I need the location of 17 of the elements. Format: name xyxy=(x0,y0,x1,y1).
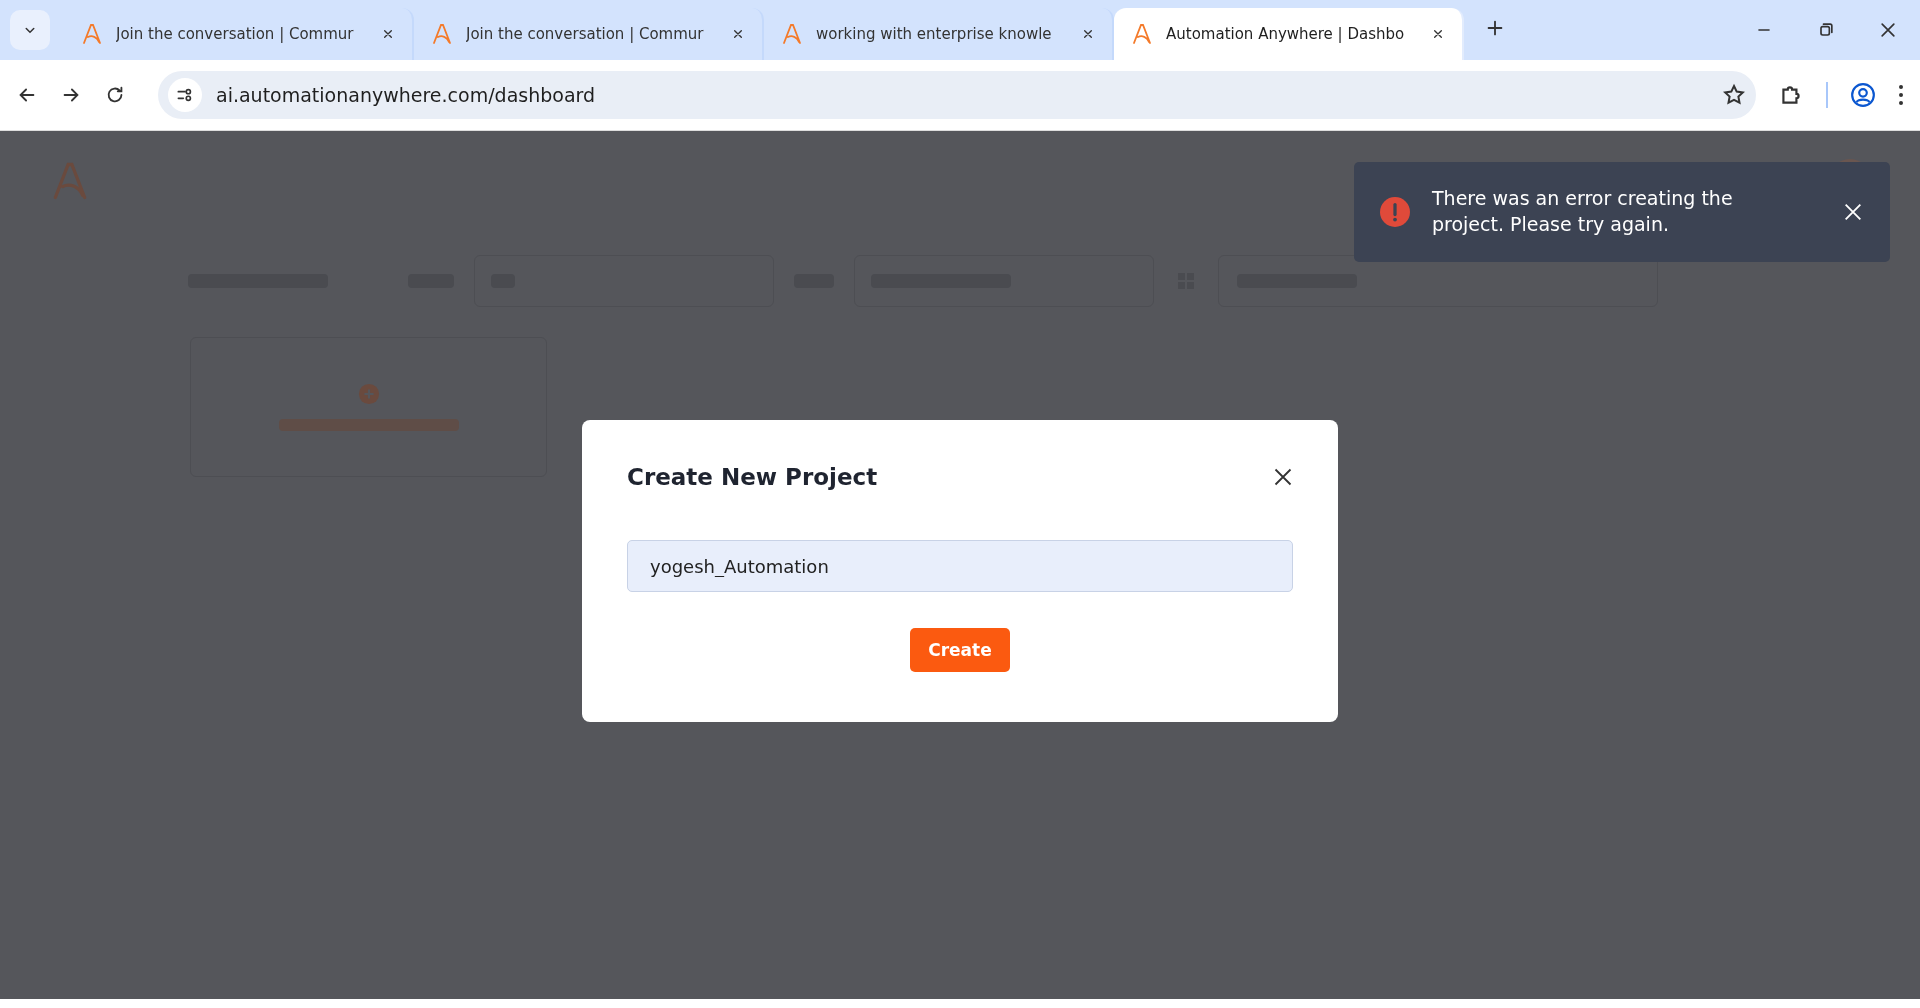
star-icon[interactable] xyxy=(1722,83,1746,107)
plus-icon xyxy=(357,383,380,405)
logo-icon xyxy=(430,22,454,46)
project-name-field[interactable]: yogesh_Automation xyxy=(627,540,1293,592)
logo-icon xyxy=(780,22,804,46)
logo-icon xyxy=(80,22,104,46)
close-button[interactable] xyxy=(1842,201,1864,223)
error-icon xyxy=(1380,197,1410,227)
close-icon[interactable] xyxy=(1878,20,1898,40)
address-bar[interactable]: ai.automationanywhere.com/dashboard xyxy=(158,71,1756,119)
browser-tab[interactable]: Automation Anywhere | Dashbo xyxy=(1114,8,1464,60)
dialog-title: Create New Project xyxy=(627,464,878,490)
menu-icon[interactable] xyxy=(1898,84,1904,106)
toast-message: There was an error creating the project. Please try again. xyxy=(1432,186,1734,237)
close-button[interactable] xyxy=(1273,467,1293,487)
profile-icon[interactable] xyxy=(1850,82,1876,108)
logo-icon xyxy=(1130,22,1154,46)
